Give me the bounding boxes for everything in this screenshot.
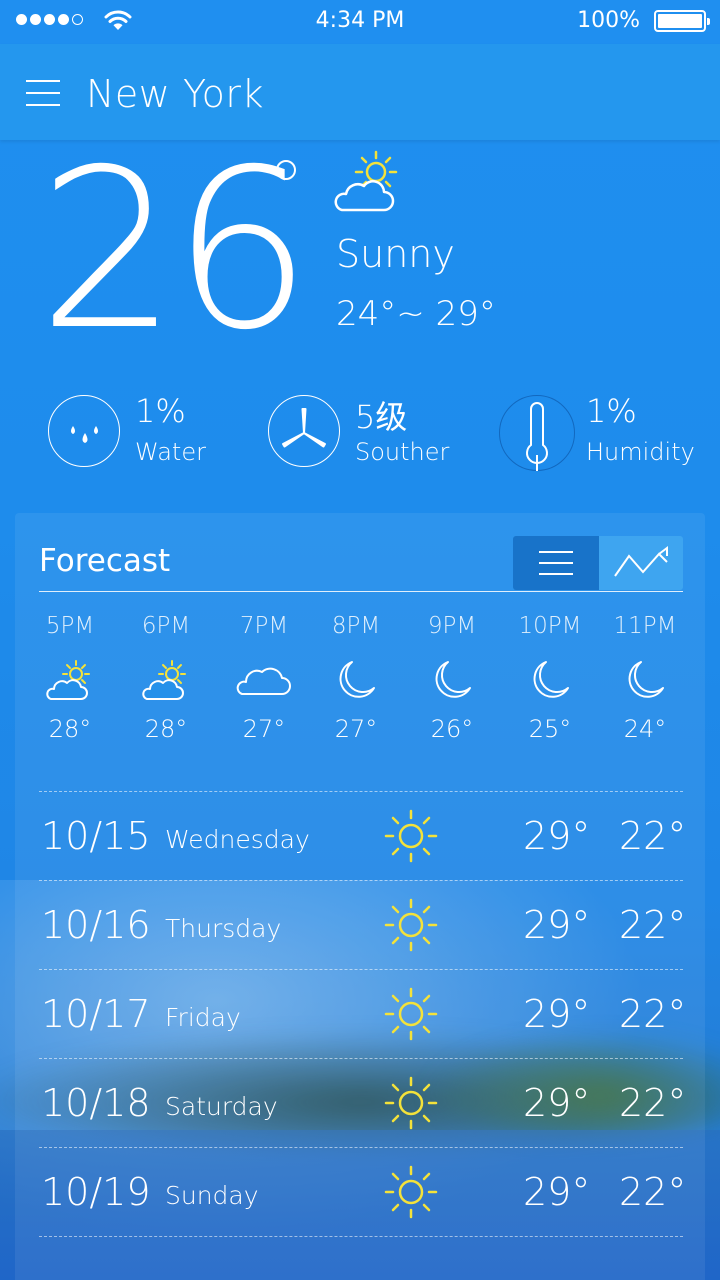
hour-temp: 24° bbox=[623, 715, 667, 743]
current-temperature: 26 bbox=[38, 122, 312, 378]
hour-time: 11PM bbox=[613, 613, 677, 639]
moon-icon bbox=[311, 645, 401, 715]
battery-percentage: 100% bbox=[577, 8, 640, 33]
day-name: Thursday bbox=[165, 914, 282, 943]
partly-cloudy-sun-icon bbox=[121, 645, 211, 715]
hourly-forecast: 5PM 28° 6PM 28° 7PM 27° 8PM 27° 9PM 26° … bbox=[15, 613, 705, 773]
day-name: Wednesday bbox=[165, 825, 310, 854]
moon-icon bbox=[407, 645, 497, 715]
day-high: 29° bbox=[523, 903, 591, 947]
hour-item: 8PM 27° bbox=[311, 613, 401, 743]
row-divider bbox=[39, 1236, 683, 1237]
city-name[interactable]: New York bbox=[86, 72, 264, 116]
chart-view-icon[interactable] bbox=[599, 536, 683, 590]
hour-time: 5PM bbox=[45, 613, 95, 639]
moon-icon bbox=[600, 645, 690, 715]
day-name: Friday bbox=[165, 1003, 241, 1032]
day-high: 29° bbox=[523, 1170, 591, 1214]
sun-icon bbox=[384, 1076, 438, 1130]
list-item[interactable]: 10/15 Wednesday 29° 22° bbox=[39, 792, 687, 880]
thermometer-icon bbox=[499, 395, 575, 471]
water-drops-icon bbox=[48, 395, 120, 467]
forecast-panel: Forecast 5PM 28° 6PM 28° 7PM 27° 8PM 27°… bbox=[15, 513, 705, 1280]
hour-temp: 27° bbox=[334, 715, 378, 743]
daily-forecast: 10/15 Wednesday 29° 22° 10/16 Thursday 2… bbox=[39, 791, 687, 1237]
hour-temp: 26° bbox=[430, 715, 474, 743]
day-date: 10/17 bbox=[41, 992, 151, 1036]
hour-time: 10PM bbox=[518, 613, 582, 639]
day-low: 22° bbox=[619, 1170, 687, 1214]
battery-icon bbox=[654, 10, 710, 32]
hour-time: 6PM bbox=[141, 613, 191, 639]
day-low: 22° bbox=[619, 814, 687, 858]
hour-item: 6PM 28° bbox=[121, 613, 211, 743]
day-date: 10/18 bbox=[41, 1081, 151, 1125]
view-toggle bbox=[513, 536, 683, 590]
hour-time: 7PM bbox=[239, 613, 289, 639]
hour-item: 10PM 25° bbox=[505, 613, 595, 743]
hour-item: 5PM 28° bbox=[25, 613, 115, 743]
hour-item: 9PM 26° bbox=[407, 613, 497, 743]
day-date: 10/19 bbox=[41, 1170, 151, 1214]
day-date: 10/16 bbox=[41, 903, 151, 947]
status-bar: 4:34 PM 100% bbox=[0, 0, 720, 44]
water-label: Water bbox=[135, 438, 206, 466]
list-item[interactable]: 10/17 Friday 29° 22° bbox=[39, 970, 687, 1058]
day-name: Sunday bbox=[165, 1181, 259, 1210]
day-high: 29° bbox=[523, 992, 591, 1036]
sun-icon bbox=[384, 1165, 438, 1219]
list-item[interactable]: 10/16 Thursday 29° 22° bbox=[39, 881, 687, 969]
wind-value: 5级 bbox=[355, 398, 408, 436]
day-low: 22° bbox=[619, 903, 687, 947]
day-low: 22° bbox=[619, 992, 687, 1036]
humidity-value: 1% bbox=[586, 392, 637, 430]
hour-time: 8PM bbox=[331, 613, 381, 639]
hour-item: 7PM 27° bbox=[219, 613, 309, 743]
hour-time: 9PM bbox=[427, 613, 477, 639]
wind-turbine-icon bbox=[268, 395, 340, 467]
day-low: 22° bbox=[619, 1081, 687, 1125]
hour-temp: 27° bbox=[242, 715, 286, 743]
day-high: 29° bbox=[523, 1081, 591, 1125]
hour-temp: 25° bbox=[528, 715, 572, 743]
hour-temp: 28° bbox=[144, 715, 188, 743]
hour-item: 11PM 24° bbox=[600, 613, 690, 743]
day-high: 29° bbox=[523, 814, 591, 858]
day-date: 10/15 bbox=[41, 814, 151, 858]
sun-icon bbox=[384, 898, 438, 952]
temperature-range: 24°~ 29° bbox=[336, 294, 496, 334]
hamburger-menu-icon[interactable] bbox=[26, 80, 60, 106]
list-item[interactable]: 10/18 Saturday 29° 22° bbox=[39, 1059, 687, 1147]
wind-label: Souther bbox=[355, 438, 450, 466]
forecast-title: Forecast bbox=[39, 543, 171, 579]
forecast-divider bbox=[39, 591, 683, 592]
condition-text: Sunny bbox=[336, 232, 455, 276]
list-item[interactable]: 10/19 Sunday 29° 22° bbox=[39, 1148, 687, 1236]
day-name: Saturday bbox=[165, 1092, 278, 1121]
partly-cloudy-sun-icon bbox=[334, 150, 398, 212]
water-value: 1% bbox=[135, 392, 186, 430]
list-view-icon[interactable] bbox=[513, 536, 599, 590]
sun-icon bbox=[384, 987, 438, 1041]
partly-cloudy-sun-icon bbox=[25, 645, 115, 715]
moon-icon bbox=[505, 645, 595, 715]
humidity-label: Humidity bbox=[586, 438, 695, 466]
cloud-icon bbox=[219, 645, 309, 715]
hour-temp: 28° bbox=[48, 715, 92, 743]
sun-icon bbox=[384, 809, 438, 863]
degree-symbol bbox=[276, 160, 296, 180]
